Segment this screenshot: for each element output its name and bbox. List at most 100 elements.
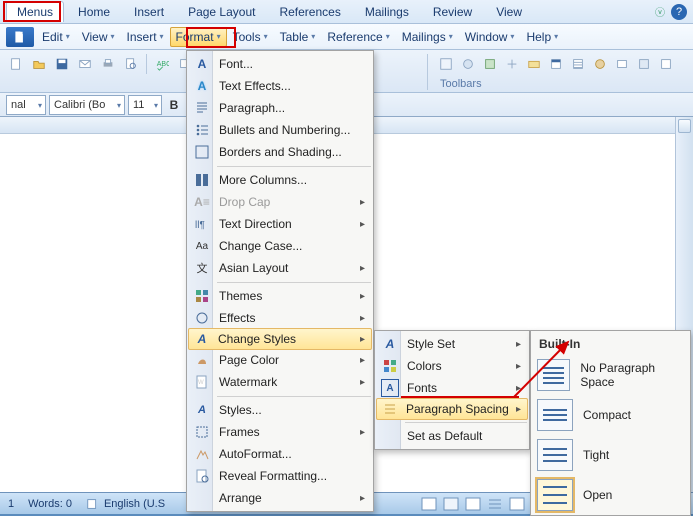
smi-fonts[interactable]: A Fonts ▸ <box>377 377 527 399</box>
tab-view[interactable]: View <box>486 2 532 22</box>
watermark-icon: W <box>193 373 211 391</box>
mi-styles[interactable]: A Styles... <box>189 399 371 421</box>
mi-reveal[interactable]: Reveal Formatting... <box>189 465 371 487</box>
menu-reference[interactable]: Reference▾ <box>321 27 395 47</box>
minimize-ribbon-icon[interactable]: ⓥ <box>655 4 665 19</box>
menu-insert[interactable]: Insert▾ <box>121 27 170 47</box>
bold-button[interactable]: B <box>165 98 183 112</box>
open-icon[interactable] <box>29 54 49 74</box>
tab-mailings[interactable]: Mailings <box>355 2 419 22</box>
frames-icon <box>193 423 211 441</box>
style-set-icon: A <box>381 335 399 353</box>
compact-swatch-icon <box>537 399 573 431</box>
smi-colors[interactable]: Colors ▸ <box>377 355 527 377</box>
smi-style-set-label: Style Set <box>407 337 455 351</box>
menu-edit-label: Edit <box>42 30 63 44</box>
mi-dropcap: A≡ Drop Cap ▸ <box>189 191 371 213</box>
mi-frames[interactable]: Frames ▸ <box>189 421 371 443</box>
tool-h-icon[interactable] <box>590 54 610 74</box>
tab-review[interactable]: Review <box>423 2 482 22</box>
mi-page-color[interactable]: Page Color ▸ <box>189 349 371 371</box>
preview-icon[interactable] <box>121 54 141 74</box>
tab-menus[interactable]: Menus <box>6 1 64 22</box>
paragraph-spacing-icon <box>381 400 399 418</box>
size-combo[interactable]: 11 <box>128 95 162 115</box>
menu-edit[interactable]: Edit▾ <box>36 27 76 47</box>
mi-watermark[interactable]: W Watermark ▸ <box>189 371 371 393</box>
mi-text-effects[interactable]: A Text Effects... <box>189 75 371 97</box>
smi-set-default-label: Set as Default <box>407 429 482 443</box>
mi-page-color-label: Page Color <box>219 353 279 367</box>
status-language[interactable]: English (U.S <box>86 497 165 511</box>
tool-c-icon[interactable] <box>480 54 500 74</box>
spelling-icon[interactable]: ABC <box>152 54 172 74</box>
colors-icon <box>381 357 399 375</box>
help-icon[interactable]: ? <box>671 4 687 20</box>
mi-bullets[interactable]: Bullets and Numbering... <box>189 119 371 141</box>
view-web-icon[interactable] <box>465 497 481 511</box>
view-draft-icon[interactable] <box>509 497 525 511</box>
smi-style-set[interactable]: A Style Set ▸ <box>377 333 527 355</box>
status-words[interactable]: Words: 0 <box>28 498 72 510</box>
open-swatch-icon <box>537 479 573 511</box>
tab-page-layout[interactable]: Page Layout <box>178 2 265 22</box>
tool-d-icon[interactable] <box>502 54 522 74</box>
mi-bullets-label: Bullets and Numbering... <box>219 123 350 137</box>
menu-view[interactable]: View▾ <box>76 27 121 47</box>
bi-tight[interactable]: Tight <box>531 435 690 475</box>
menu-mailings[interactable]: Mailings▾ <box>396 27 459 47</box>
tool-g-icon[interactable] <box>568 54 588 74</box>
menu-help[interactable]: Help▾ <box>520 27 564 47</box>
bi-no-spacing[interactable]: No Paragraph Space <box>531 355 690 395</box>
print-icon[interactable] <box>98 54 118 74</box>
tool-k-icon[interactable] <box>656 54 676 74</box>
bi-compact[interactable]: Compact <box>531 395 690 435</box>
mi-themes[interactable]: Themes ▸ <box>189 285 371 307</box>
save-icon[interactable] <box>52 54 72 74</box>
tool-a-icon[interactable] <box>436 54 456 74</box>
mi-columns[interactable]: More Columns... <box>189 169 371 191</box>
mi-autoformat[interactable]: AutoFormat... <box>189 443 371 465</box>
no-spacing-swatch-icon <box>537 359 570 391</box>
mi-arrange[interactable]: Arrange ▸ <box>189 487 371 509</box>
mi-text-direction[interactable]: ll¶ Text Direction ▸ <box>189 213 371 235</box>
mi-borders[interactable]: Borders and Shading... <box>189 141 371 163</box>
mi-change-styles[interactable]: A Change Styles ▸ <box>188 328 372 350</box>
smi-paragraph-spacing-label: Paragraph Spacing <box>406 402 509 416</box>
tool-e-icon[interactable] <box>524 54 544 74</box>
menu-table-label: Table <box>280 30 309 44</box>
mi-paragraph[interactable]: Paragraph... <box>189 97 371 119</box>
mail-icon[interactable] <box>75 54 95 74</box>
view-outline-icon[interactable] <box>487 497 503 511</box>
style-combo[interactable]: nal <box>6 95 46 115</box>
menu-tools[interactable]: Tools▾ <box>227 27 274 47</box>
bi-open[interactable]: Open <box>531 475 690 515</box>
file-button[interactable] <box>6 27 34 47</box>
fonts-icon: A <box>381 379 399 397</box>
menu-window[interactable]: Window▾ <box>459 27 521 47</box>
menu-format-label: Format <box>176 30 214 44</box>
tab-home[interactable]: Home <box>68 2 120 22</box>
tool-j-icon[interactable] <box>634 54 654 74</box>
builtin-header: Built-In <box>531 333 690 355</box>
status-page[interactable]: 1 <box>8 498 14 510</box>
new-icon[interactable] <box>6 54 26 74</box>
smi-set-default[interactable]: Set as Default <box>377 425 527 447</box>
menu-table[interactable]: Table▾ <box>274 27 322 47</box>
bullets-icon <box>193 121 211 139</box>
view-print-layout-icon[interactable] <box>421 497 437 511</box>
mi-asian-layout[interactable]: 文 Asian Layout ▸ <box>189 257 371 279</box>
tab-insert[interactable]: Insert <box>124 2 174 22</box>
mi-effects[interactable]: Effects ▸ <box>189 307 371 329</box>
mi-font[interactable]: A Font... <box>189 53 371 75</box>
font-combo[interactable]: Calibri (Bo <box>49 95 125 115</box>
tab-references[interactable]: References <box>269 2 350 22</box>
bi-tight-label: Tight <box>583 448 609 462</box>
mi-change-case[interactable]: Aa Change Case... <box>189 235 371 257</box>
tool-b-icon[interactable] <box>458 54 478 74</box>
tool-i-icon[interactable] <box>612 54 632 74</box>
smi-paragraph-spacing[interactable]: Paragraph Spacing ▸ <box>376 398 528 420</box>
menu-format[interactable]: Format▾ <box>170 27 227 47</box>
view-reading-icon[interactable] <box>443 497 459 511</box>
tool-f-icon[interactable] <box>546 54 566 74</box>
